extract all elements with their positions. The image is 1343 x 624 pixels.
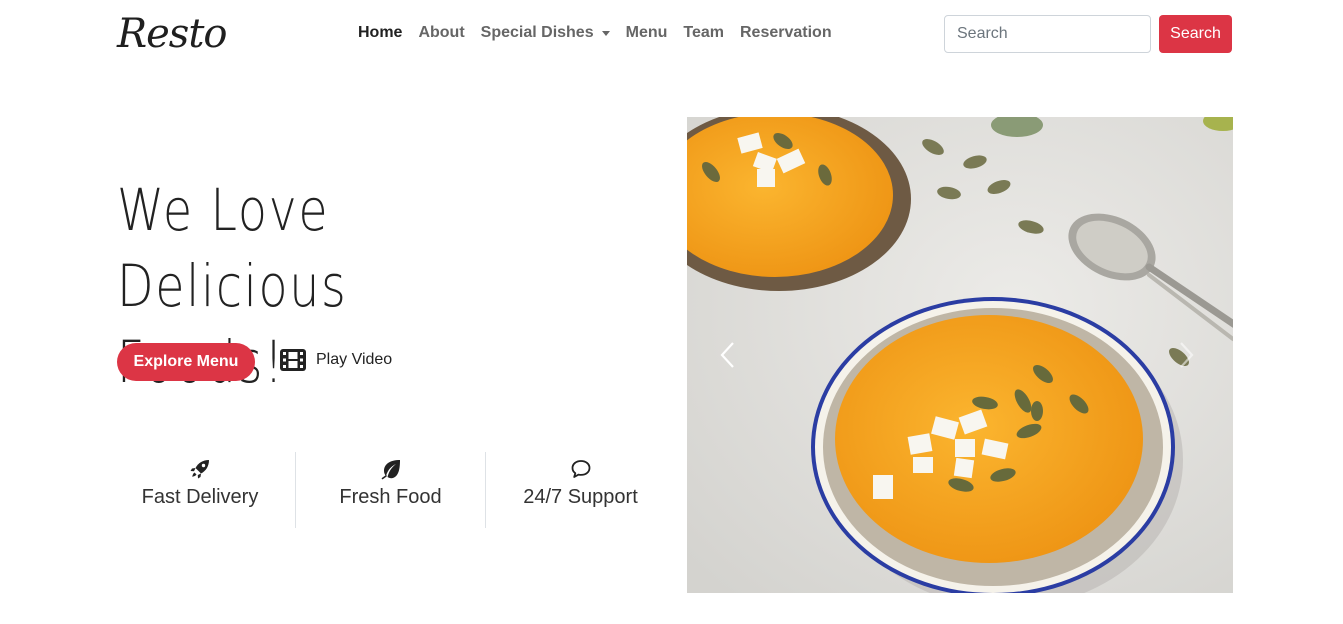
film-icon [280,349,306,371]
feature-label: 24/7 Support [523,486,638,508]
search-input[interactable] [944,15,1151,53]
nav-about[interactable]: About [410,20,472,46]
soup-photo [687,117,1233,593]
play-video-label: Play Video [316,351,393,368]
nav-special-dishes[interactable]: Special Dishes [473,20,618,46]
feature-fast-delivery: Fast Delivery [105,452,295,528]
chevron-right-icon [1180,342,1194,368]
hero-carousel [687,117,1233,593]
nav-reservation[interactable]: Reservation [732,20,840,46]
chevron-left-icon [720,342,734,368]
feature-support: 24/7 Support [485,452,675,528]
hero-title-line-1: We Love [117,176,330,244]
carousel-next-button[interactable] [1167,335,1207,375]
nav-menu[interactable]: Menu [618,20,676,46]
explore-menu-button[interactable]: Explore Menu [117,343,255,381]
nav-team[interactable]: Team [675,20,732,46]
nav-special-dishes-label: Special Dishes [480,24,594,41]
feature-label: Fast Delivery [141,486,259,508]
main-nav: Home About Special Dishes Menu Team Rese… [350,20,840,46]
play-video-link[interactable]: Play Video [279,348,392,372]
chat-bubble-icon [571,460,590,478]
rocket-icon [190,460,209,479]
carousel-prev-button[interactable] [707,335,747,375]
feature-label: Fresh Food [339,486,442,508]
search-button[interactable]: Search [1159,15,1232,53]
nav-home[interactable]: Home [350,20,410,46]
feature-fresh-food: Fresh Food [295,452,485,528]
brand-logo[interactable]: Resto [117,8,227,60]
chevron-down-icon [601,30,610,36]
leaf-icon [381,460,400,480]
features-row: Fast Delivery Fresh Food 24/7 Support [105,452,675,528]
